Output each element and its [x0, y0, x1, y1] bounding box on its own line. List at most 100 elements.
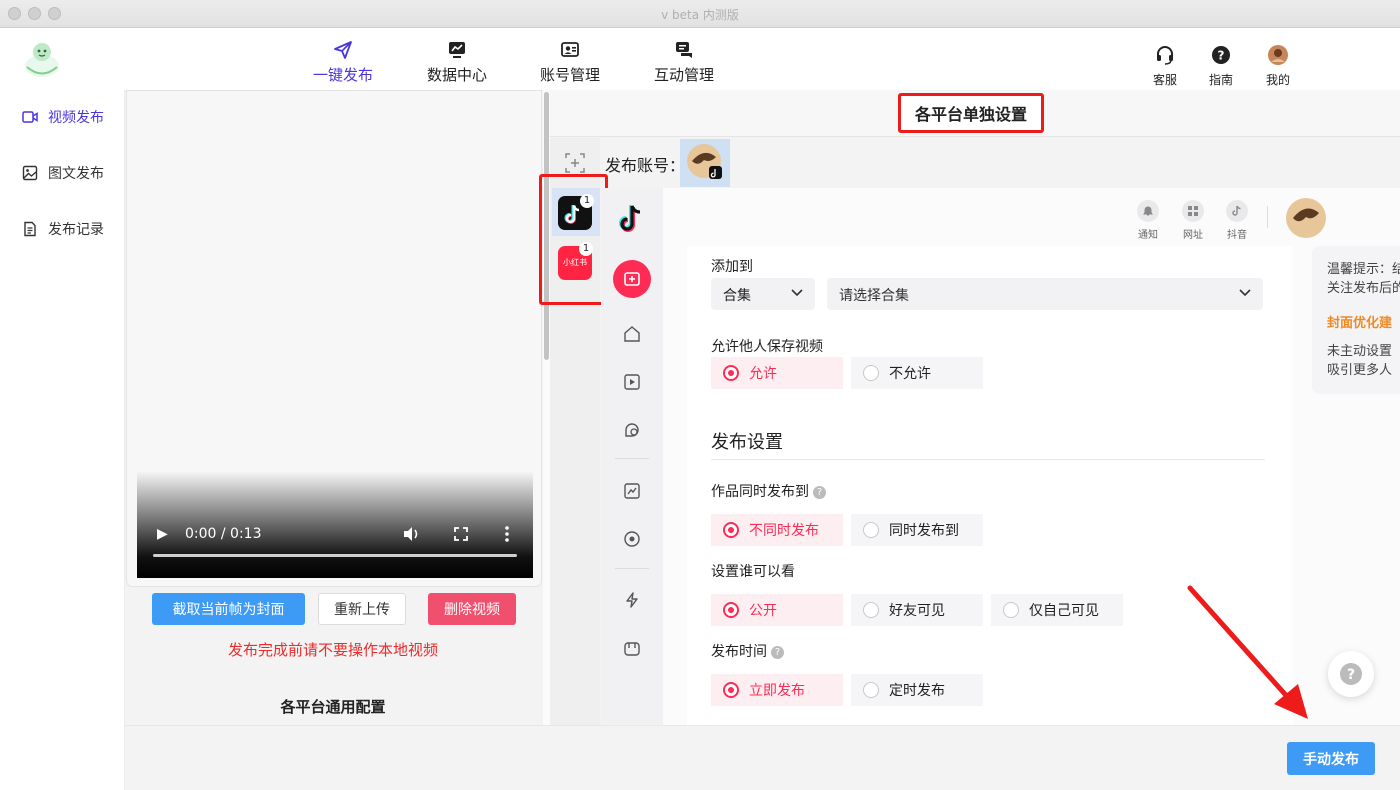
nav-label: 一键发布	[312, 66, 373, 84]
lightning-icon[interactable]	[623, 591, 641, 609]
allow-save-option-allow[interactable]: 允许	[711, 357, 843, 389]
radio-label: 定时发布	[889, 683, 945, 699]
collection-type-select[interactable]: 合集	[711, 278, 815, 310]
radio-selected	[723, 365, 739, 381]
collection-select[interactable]: 请选择合集	[827, 278, 1263, 310]
notification-button[interactable]: 通知	[1125, 200, 1171, 241]
home-icon[interactable]	[623, 325, 641, 343]
nav-one-click-publish[interactable]: 一键发布	[293, 40, 393, 85]
interaction-icon[interactable]	[623, 421, 641, 439]
play-icon[interactable]: ▶	[157, 526, 168, 542]
chevron-down-icon	[1239, 289, 1251, 297]
header-right-label: 我的	[1265, 73, 1290, 87]
sidebar-item-video-publish[interactable]: 视频发布	[22, 107, 104, 127]
tips-line: 温馨提示：结	[1327, 262, 1400, 277]
collection-select-placeholder: 请选择合集	[839, 288, 909, 304]
cover-tips-title: 封面优化建	[1327, 316, 1393, 331]
nav-divider	[615, 458, 649, 459]
radio-label: 仅自己可见	[1029, 603, 1099, 619]
profile-button[interactable]: 我的	[1253, 45, 1303, 88]
add-to-label: 添加到	[711, 259, 753, 275]
radio-unselected	[863, 365, 879, 381]
capture-cover-button[interactable]: 截取当前帧为封面	[152, 593, 305, 625]
more-options-icon[interactable]	[505, 526, 509, 542]
bell-icon	[1137, 200, 1159, 222]
annotation-arrow	[1187, 585, 1308, 719]
bottom-action-bar: 手动发布	[125, 725, 1400, 790]
video-progress-bar[interactable]	[153, 554, 517, 557]
help-icon[interactable]: ?	[813, 486, 826, 499]
content-icon[interactable]	[623, 373, 641, 391]
delete-video-button[interactable]: 删除视频	[428, 593, 516, 625]
radio-label: 立即发布	[749, 683, 805, 699]
volume-icon[interactable]	[403, 526, 421, 542]
radio-label: 不允许	[889, 366, 931, 382]
radio-unselected	[1003, 602, 1019, 618]
sync-publish-label-text: 作品同时发布到	[711, 484, 809, 500]
douyin-logo-icon	[619, 205, 641, 232]
allow-save-option-deny[interactable]: 不允许	[851, 357, 983, 389]
nav-interaction-management[interactable]: 互动管理	[634, 40, 734, 85]
video-icon	[22, 111, 38, 123]
chat-icon	[676, 42, 692, 58]
publish-settings-title: 发布设置	[711, 432, 783, 453]
radio-unselected	[863, 602, 879, 618]
sync-option-yes[interactable]: 同时发布到	[851, 514, 983, 546]
nav-data-center[interactable]: 数据中心	[407, 40, 507, 85]
avatar	[1268, 45, 1288, 65]
create-post-button[interactable]	[613, 260, 651, 298]
sync-option-no[interactable]: 不同时发布	[711, 514, 843, 546]
publish-account-label: 发布账号：	[605, 156, 686, 175]
account-card-icon	[561, 42, 579, 57]
shop-icon[interactable]	[623, 639, 641, 657]
headset-icon	[1157, 46, 1173, 65]
publish-time-option-now[interactable]: 立即发布	[711, 674, 843, 706]
douyin-app-button[interactable]: 抖音	[1214, 200, 1260, 241]
floating-help-button[interactable]: ?	[1328, 651, 1374, 697]
help-icon[interactable]: ?	[771, 646, 784, 659]
video-player[interactable]: ▶ 0:00 / 0:13	[126, 90, 542, 587]
add-platform-icon[interactable]	[565, 153, 585, 173]
radio-label: 不同时发布	[749, 523, 819, 539]
header-right-label: 客服	[1152, 73, 1177, 87]
links-button[interactable]: 网址	[1170, 200, 1216, 241]
sidebar-item-image-publish[interactable]: 图文发布	[22, 163, 104, 183]
radio-unselected	[863, 682, 879, 698]
left-sidebar: 视频发布 图文发布 发布记录	[0, 90, 125, 790]
help-icon: ?	[1340, 663, 1362, 685]
tips-line: 未主动设置	[1327, 344, 1393, 359]
divider	[1267, 206, 1268, 228]
svg-text:?: ?	[1347, 667, 1355, 683]
app-logo	[22, 40, 62, 80]
guide-button[interactable]: ? 指南	[1196, 45, 1246, 88]
sidebar-item-label: 图文发布	[48, 166, 104, 182]
sidebar-item-label: 视频发布	[48, 110, 104, 126]
customer-service-button[interactable]: 客服	[1140, 45, 1190, 88]
radio-selected	[723, 522, 739, 538]
growth-icon[interactable]	[623, 530, 641, 548]
sidebar-item-label: 发布记录	[48, 222, 104, 238]
data-icon[interactable]	[623, 482, 641, 500]
collection-type-value: 合集	[723, 288, 751, 304]
manual-publish-button[interactable]: 手动发布	[1287, 742, 1375, 775]
douyin-user-avatar[interactable]	[1285, 197, 1327, 239]
douyin-small-icon	[1226, 200, 1248, 222]
account-avatar[interactable]	[680, 139, 730, 187]
top-icon-label: 通知	[1138, 230, 1158, 241]
window-title: v beta 内测版	[661, 8, 739, 22]
visibility-option-public[interactable]: 公开	[711, 594, 843, 626]
nav-account-management[interactable]: 账号管理	[520, 40, 620, 85]
section-divider	[711, 459, 1265, 460]
visibility-option-private[interactable]: 仅自己可见	[991, 594, 1123, 626]
chevron-down-icon	[791, 289, 803, 297]
radio-selected	[723, 602, 739, 618]
publish-time-option-scheduled[interactable]: 定时发布	[851, 674, 983, 706]
header-right-label: 指南	[1208, 73, 1233, 87]
common-config-title: 各平台通用配置	[280, 698, 386, 716]
visibility-option-friends[interactable]: 好友可见	[851, 594, 983, 626]
sidebar-item-publish-history[interactable]: 发布记录	[22, 219, 104, 239]
reupload-button[interactable]: 重新上传	[318, 593, 406, 625]
fullscreen-icon[interactable]	[454, 527, 468, 541]
video-panel: ▶ 0:00 / 0:13 截取当前帧为封面 重新上传 删除视频 发布完成前请不…	[125, 90, 550, 725]
window-title-bar: v beta 内测版	[0, 0, 1400, 28]
